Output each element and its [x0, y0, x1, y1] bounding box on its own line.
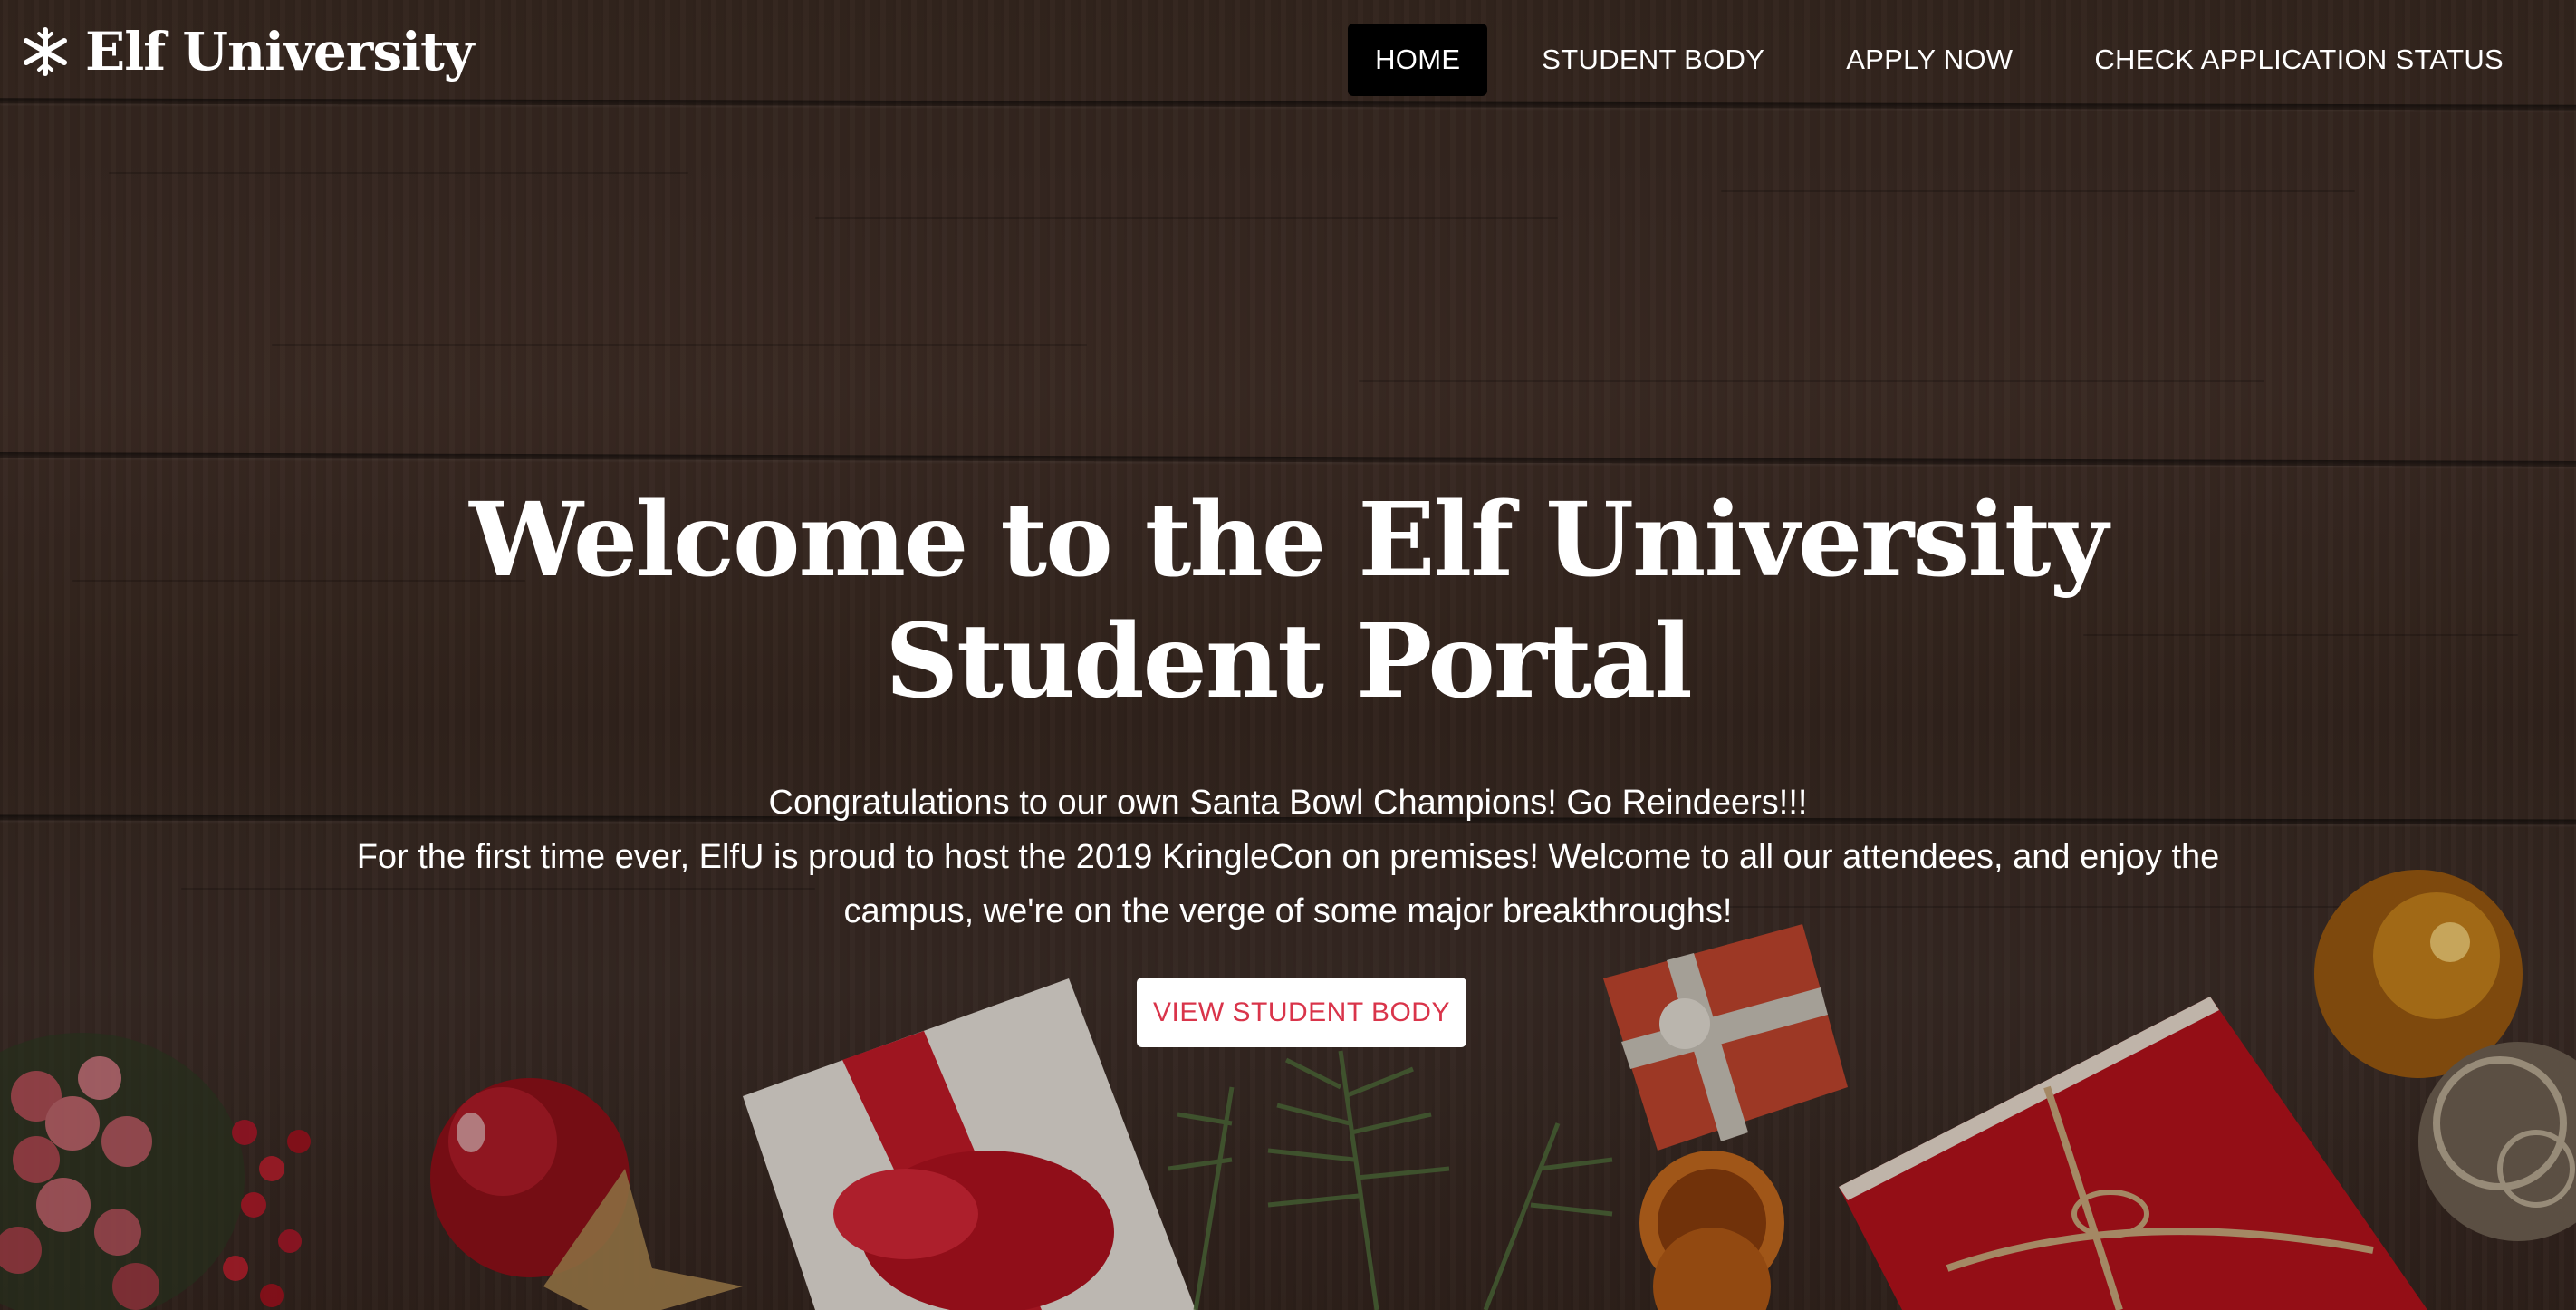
main-nav: HOME STUDENT BODY APPLY NOW CHECK APPLIC…: [1348, 24, 2531, 96]
view-student-body-button[interactable]: VIEW STUDENT BODY: [1137, 978, 1466, 1047]
hero-message: Congratulations to our own Santa Bowl Ch…: [292, 775, 2284, 939]
hero-message-line-2: For the first time ever, ElfU is proud t…: [356, 838, 2220, 930]
nav-check-application-status[interactable]: CHECK APPLICATION STATUS: [2067, 24, 2531, 96]
hero-title: Welcome to the Elf University Student Po…: [469, 481, 2108, 721]
brand-name: Elf University: [85, 21, 475, 82]
nav-student-body[interactable]: STUDENT BODY: [1514, 24, 1792, 96]
nav-apply-now[interactable]: APPLY NOW: [1819, 24, 2040, 96]
hero-message-line-1: Congratulations to our own Santa Bowl Ch…: [768, 784, 1808, 822]
snowflake-icon: [24, 27, 67, 76]
nav-home[interactable]: HOME: [1348, 24, 1488, 96]
brand-logo-link[interactable]: Elf University: [20, 21, 475, 82]
top-navbar: Elf University HOME STUDENT BODY APPLY N…: [0, 0, 2576, 116]
